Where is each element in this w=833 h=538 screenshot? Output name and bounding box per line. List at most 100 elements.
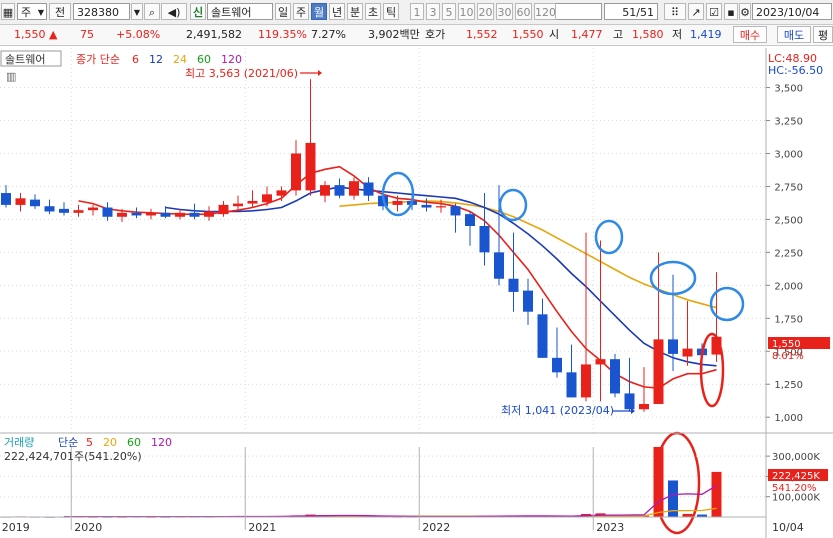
candle-body bbox=[392, 200, 403, 205]
price-tick-label: 1,000 bbox=[774, 413, 803, 424]
up-arrow-icon: ▲ bbox=[49, 28, 58, 41]
high-annotation: 최고 3,563 (2021/06) bbox=[185, 67, 298, 80]
candle-body bbox=[117, 212, 127, 217]
interval-button-20[interactable]: 20 bbox=[477, 3, 494, 20]
bid-price-1: 1,552 bbox=[466, 28, 498, 41]
price-ma-period-24: 24 bbox=[173, 53, 187, 66]
candle-body bbox=[523, 290, 533, 312]
candle-body bbox=[465, 214, 475, 226]
candle-body bbox=[247, 200, 258, 204]
gear-icon[interactable]: ⚙ bbox=[739, 3, 751, 20]
volume-ratio: 119.35% bbox=[258, 28, 307, 41]
price-tick-label: 2,250 bbox=[774, 248, 803, 259]
volume-bar bbox=[653, 447, 664, 517]
speaker-icon: ◀) bbox=[167, 6, 181, 19]
date-field[interactable]: 2023/10/04 bbox=[752, 3, 832, 20]
candle-body bbox=[291, 153, 301, 191]
volume-ma-period-20: 20 bbox=[103, 436, 117, 449]
magnifier-icon: ⌕ bbox=[148, 6, 156, 19]
interval-button-10[interactable]: 10 bbox=[458, 3, 475, 20]
exchange-button[interactable]: 전 bbox=[49, 3, 71, 20]
candle-body bbox=[320, 185, 330, 196]
price-pct-tag: 8.01% bbox=[772, 351, 804, 362]
eval-button[interactable]: 평 bbox=[813, 26, 833, 43]
period-tab-5[interactable]: 초 bbox=[365, 3, 381, 20]
candle-body bbox=[450, 206, 461, 216]
volume-ma-period-120: 120 bbox=[151, 436, 172, 449]
trade-amount: 3,902백만 bbox=[368, 28, 420, 41]
interval-button-5[interactable]: 5 bbox=[442, 3, 456, 20]
interval-button-3[interactable]: 3 bbox=[426, 3, 440, 20]
price-tick-label: 2,000 bbox=[774, 281, 803, 292]
sell-button[interactable]: 매도 bbox=[777, 26, 811, 43]
grid-icon[interactable]: ▦ bbox=[1, 3, 15, 20]
period-tab-1[interactable]: 주 bbox=[293, 3, 309, 20]
period-tab-2[interactable]: 월 bbox=[311, 3, 327, 20]
price-tick-label: 2,500 bbox=[774, 215, 803, 226]
dots-icon[interactable]: ⠿ bbox=[664, 3, 686, 20]
period-tab-0[interactable]: 일 bbox=[275, 3, 291, 20]
period-tab-4[interactable]: 분 bbox=[347, 3, 363, 20]
price-ma-period-12: 12 bbox=[149, 53, 163, 66]
candle-body bbox=[508, 278, 519, 292]
chart-title: 솔트웨어 bbox=[5, 53, 45, 66]
code-dropdown-arrow-icon[interactable]: ▼ bbox=[131, 3, 143, 20]
dropdown-arrow-icon: ▼ bbox=[37, 8, 44, 17]
price-panel-icon: ▥ bbox=[6, 70, 16, 83]
market-select[interactable]: 주 ▼ bbox=[17, 3, 47, 20]
current-price: 1,550 bbox=[14, 28, 46, 41]
volume-ma-periods: 5 20 60 120 bbox=[86, 436, 172, 449]
open-price: 1,477 bbox=[571, 28, 603, 41]
candle-body bbox=[494, 252, 504, 279]
x-tick-label: 2020 bbox=[74, 521, 102, 534]
volume-tag: 222,425K bbox=[772, 471, 820, 482]
price-tick-label: 3,000 bbox=[774, 149, 803, 160]
price-tick-label: 1,750 bbox=[774, 314, 803, 325]
volume-pct-tag: 541.20% bbox=[772, 483, 817, 494]
buy-button[interactable]: 매수 bbox=[733, 26, 767, 43]
price-tag: 1,550 bbox=[772, 339, 801, 350]
turnover-rate: 7.27% bbox=[311, 28, 346, 41]
candle-body bbox=[610, 359, 620, 394]
candle-body bbox=[479, 225, 490, 253]
price-ma-legend: 종가 단순 bbox=[76, 53, 120, 66]
candle-body bbox=[595, 359, 606, 365]
trend-icon[interactable]: ↗ bbox=[688, 3, 704, 20]
period-tab-3[interactable]: 년 bbox=[329, 3, 345, 20]
candle-body bbox=[30, 199, 40, 207]
price-change-pct: +5.08% bbox=[116, 28, 161, 41]
price-panel-bg bbox=[0, 48, 766, 433]
candle-body bbox=[639, 403, 649, 410]
candle-body bbox=[436, 206, 446, 208]
stock-chart[interactable]: 3,500 3,250 3,000 2,750 2,500 2,250 2,000 1,750… bbox=[0, 45, 833, 538]
search-button[interactable]: ⌕ bbox=[144, 3, 160, 20]
candle-body bbox=[204, 211, 214, 217]
candle-body bbox=[44, 206, 55, 212]
interval-button-30[interactable]: 30 bbox=[496, 3, 513, 20]
check-icon[interactable]: ☑ bbox=[706, 3, 722, 20]
candle-body bbox=[552, 357, 562, 373]
save-icon[interactable]: ▪ bbox=[724, 3, 738, 20]
candle-body bbox=[581, 364, 591, 398]
interval-button-120[interactable]: 120 bbox=[534, 3, 556, 20]
candle-body bbox=[537, 314, 548, 358]
period-tab-6[interactable]: 틱 bbox=[383, 3, 399, 20]
low-annotation: 최저 1,041 (2023/04) bbox=[501, 404, 614, 417]
interval-button-1[interactable]: 1 bbox=[410, 3, 424, 20]
candle-body bbox=[73, 210, 84, 213]
price-change: 75 bbox=[80, 28, 94, 41]
candle-body bbox=[218, 204, 229, 215]
candle-count[interactable]: 51/51 bbox=[604, 3, 658, 20]
candle-body bbox=[160, 212, 171, 217]
sound-button[interactable]: ◀) bbox=[161, 3, 187, 20]
x-tick-label: 10/04 bbox=[772, 521, 804, 534]
candle-body bbox=[59, 208, 69, 213]
stock-code-input[interactable]: 328380 bbox=[73, 3, 130, 20]
price-tick-label: 3,250 bbox=[774, 117, 803, 128]
candle-body bbox=[682, 348, 693, 357]
price-tick-label: 3,500 bbox=[774, 84, 803, 95]
interval-button-60[interactable]: 60 bbox=[515, 3, 532, 20]
high-price: 1,580 bbox=[632, 28, 664, 41]
volume-stat: 222,424,701주(541.20%) bbox=[4, 450, 142, 463]
stock-name-field[interactable]: 솔트웨어 bbox=[207, 3, 273, 20]
